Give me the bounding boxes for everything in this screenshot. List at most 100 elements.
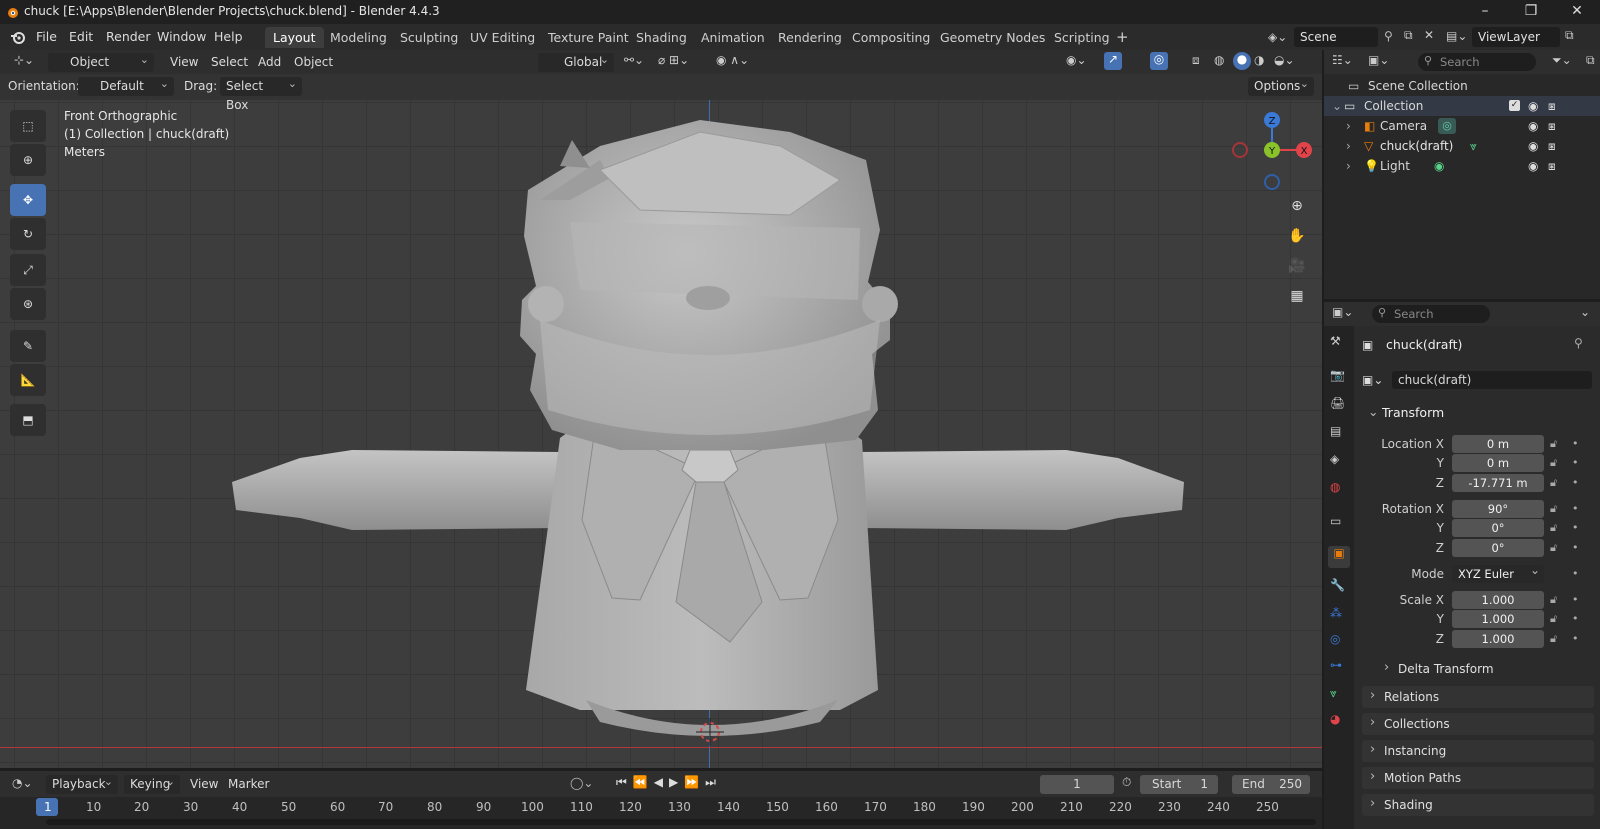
- world-tab-icon[interactable]: ◍: [1330, 480, 1340, 494]
- overlay-toggle-icon[interactable]: ◎: [1150, 52, 1168, 70]
- timeline-view-menu[interactable]: View: [190, 775, 218, 794]
- tab-modeling[interactable]: Modeling: [322, 27, 395, 48]
- close-button[interactable]: ✕: [1554, 0, 1600, 24]
- output-tab-icon[interactable]: 🖨: [1330, 396, 1345, 410]
- physics-tab-icon[interactable]: ◎: [1330, 632, 1340, 646]
- gizmo-toggle-icon[interactable]: ↗: [1104, 52, 1122, 70]
- menu-file[interactable]: File: [36, 29, 57, 44]
- visibility-eye-icon[interactable]: ◉: [1528, 96, 1538, 116]
- visibility-eye-icon[interactable]: ◉: [1528, 116, 1538, 136]
- timeline-marker-menu[interactable]: Marker: [228, 775, 269, 794]
- menu-edit[interactable]: Edit: [69, 29, 93, 44]
- 3d-cursor-icon[interactable]: [696, 718, 724, 746]
- tab-uv-editing[interactable]: UV Editing: [462, 27, 543, 48]
- tab-scripting[interactable]: Scripting: [1046, 27, 1118, 48]
- scale-y-field[interactable]: 1.000: [1452, 610, 1544, 628]
- mode-dropdown[interactable]: Object Mode: [48, 50, 154, 88]
- outliner-row-light[interactable]: › 💡 Light ◉ ◉ ⧆: [1324, 156, 1600, 176]
- light-data-icon[interactable]: ◉: [1434, 156, 1444, 176]
- delta-transform-panel[interactable]: Delta Transform: [1376, 657, 1594, 680]
- lock-icon[interactable]: 🔓︎: [1550, 593, 1557, 607]
- pivot-icon[interactable]: ⚯⌄: [624, 53, 644, 67]
- timeline-scrollbar[interactable]: [46, 819, 1316, 825]
- solid-shading-icon[interactable]: ●: [1233, 52, 1251, 70]
- tab-sculpting[interactable]: Sculpting: [392, 27, 466, 48]
- data-tab-icon[interactable]: ⩔: [1330, 686, 1337, 701]
- outliner-row-camera[interactable]: › ◧ Camera ◎ ◉ ⧆: [1324, 116, 1600, 136]
- end-frame-field[interactable]: End 250: [1232, 775, 1310, 794]
- new-scene-icon[interactable]: ⧉: [1404, 28, 1413, 43]
- tab-compositing[interactable]: Compositing: [844, 27, 938, 48]
- lock-icon[interactable]: 🔓︎: [1550, 476, 1557, 490]
- lock-icon[interactable]: 🔓︎: [1550, 521, 1557, 535]
- timeline-ruler[interactable]: 1 10 20 30 40 50 60 70 80 90 100 110 120…: [0, 797, 1322, 829]
- tab-animation[interactable]: Animation: [693, 27, 773, 48]
- pan-hand-icon[interactable]: ✋: [1284, 223, 1310, 249]
- new-collection-icon[interactable]: ⧉: [1586, 53, 1595, 68]
- relations-panel[interactable]: Relations: [1362, 685, 1594, 708]
- motion-paths-panel[interactable]: Motion Paths: [1362, 766, 1594, 789]
- visibility-eye-icon[interactable]: ◉: [1528, 136, 1538, 156]
- wireframe-shading-icon[interactable]: ◍: [1214, 53, 1224, 67]
- scale-z-field[interactable]: 1.000: [1452, 630, 1544, 648]
- render-camera-icon[interactable]: ⧆: [1548, 96, 1556, 116]
- keyframe-dot-icon[interactable]: •: [1572, 632, 1579, 645]
- collection-tab-icon[interactable]: ▭: [1330, 514, 1341, 528]
- menu-help[interactable]: Help: [214, 29, 243, 44]
- tab-geometry-nodes[interactable]: Geometry Nodes: [932, 27, 1053, 48]
- keying-dropdown[interactable]: Keying: [124, 772, 180, 794]
- lock-icon[interactable]: 🔓︎: [1550, 502, 1557, 516]
- location-z-field[interactable]: -17.771 m: [1452, 474, 1544, 492]
- location-y-field[interactable]: 0 m: [1452, 454, 1544, 472]
- maximize-button[interactable]: ❐: [1508, 0, 1554, 24]
- expand-chevron-icon[interactable]: ›: [1346, 116, 1351, 136]
- keyframe-dot-icon[interactable]: •: [1572, 521, 1579, 534]
- select-box-tool[interactable]: ⬚: [10, 110, 46, 142]
- snap-icon[interactable]: ⌀ ⊞⌄: [658, 53, 689, 67]
- current-frame-field[interactable]: 1: [1040, 775, 1114, 794]
- visibility-icon[interactable]: ◉⌄: [1066, 53, 1087, 67]
- options-dropdown[interactable]: Options: [1248, 74, 1314, 96]
- tool-tab-icon[interactable]: ⚒: [1330, 334, 1341, 348]
- new-view-layer-icon[interactable]: ⧉: [1565, 28, 1574, 43]
- measure-tool[interactable]: 📐: [10, 364, 46, 396]
- proportional-edit-icon[interactable]: ◉ ∧⌄: [716, 53, 749, 67]
- drag-dropdown[interactable]: Select Box: [220, 74, 302, 112]
- shading-panel[interactable]: Shading: [1362, 793, 1594, 816]
- rendered-shading-icon[interactable]: ◒⌄: [1274, 53, 1295, 67]
- render-camera-icon[interactable]: ⧆: [1548, 116, 1556, 136]
- editor-type-icon[interactable]: ⊹⌄: [14, 53, 34, 67]
- character-mesh[interactable]: [0, 50, 1322, 768]
- expand-chevron-icon[interactable]: ⌄: [1332, 96, 1342, 116]
- render-camera-icon[interactable]: ⧆: [1548, 136, 1556, 156]
- keyframe-dot-icon[interactable]: •: [1572, 612, 1579, 625]
- clock-icon[interactable]: ⏱: [1122, 775, 1131, 790]
- expand-chevron-icon[interactable]: ›: [1346, 136, 1351, 156]
- menu-object[interactable]: Object: [294, 53, 333, 72]
- visibility-eye-icon[interactable]: ◉: [1528, 156, 1538, 176]
- location-x-field[interactable]: 0 m: [1452, 435, 1544, 453]
- outliner-row-collection[interactable]: ⌄ ▭ Collection ✓ ◉ ⧆: [1324, 96, 1600, 116]
- menu-add[interactable]: Add: [258, 53, 281, 72]
- rotate-tool[interactable]: ↻: [10, 218, 46, 250]
- menu-select[interactable]: Select: [211, 53, 248, 72]
- tab-layout[interactable]: Layout: [265, 27, 324, 48]
- tab-shading[interactable]: Shading: [628, 27, 695, 48]
- transform-tool[interactable]: ⊛: [10, 288, 46, 320]
- material-shading-icon[interactable]: ◑: [1254, 53, 1264, 67]
- view-layer-tab-icon[interactable]: ▤: [1330, 424, 1341, 438]
- scene-icon[interactable]: ◈⌄: [1268, 30, 1287, 44]
- view-layer-selector[interactable]: ViewLayer: [1472, 27, 1560, 47]
- move-tool[interactable]: ✥: [10, 184, 46, 216]
- properties-editor-icon[interactable]: ▣⌄: [1332, 305, 1353, 319]
- instancing-panel[interactable]: Instancing: [1362, 739, 1594, 762]
- display-mode-icon[interactable]: ▣⌄: [1368, 53, 1389, 67]
- view-layer-icon[interactable]: ▤⌄: [1446, 29, 1467, 43]
- scale-x-field[interactable]: 1.000: [1452, 591, 1544, 609]
- pin-icon[interactable]: ⚲: [1384, 29, 1393, 43]
- collections-panel[interactable]: Collections: [1362, 712, 1594, 735]
- properties-options-icon[interactable]: ⌄: [1580, 305, 1590, 319]
- start-frame-field[interactable]: Start 1: [1140, 775, 1218, 794]
- tab-texture-paint[interactable]: Texture Paint: [540, 27, 637, 48]
- 3d-viewport[interactable]: [0, 50, 1322, 768]
